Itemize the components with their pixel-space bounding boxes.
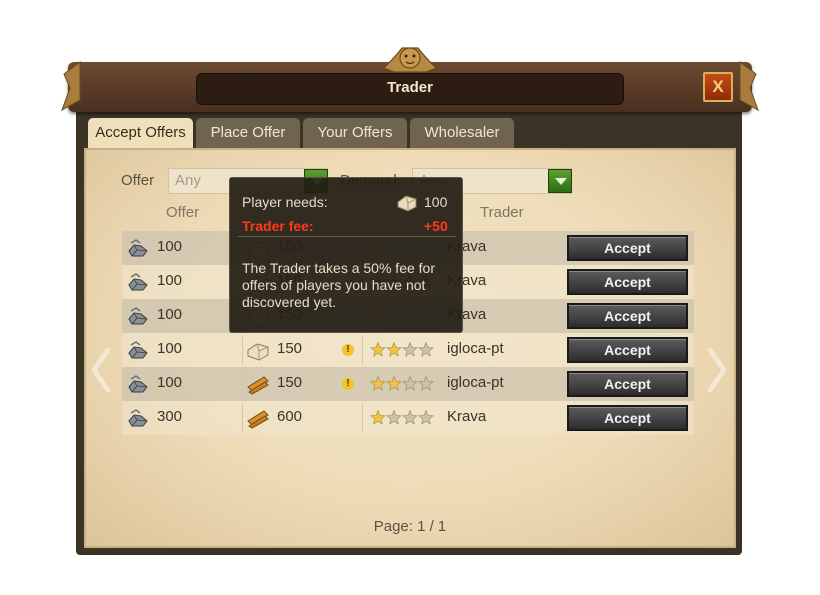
trader-name: igloca-pt [447,340,504,357]
demand-amount: 150 [277,340,303,357]
table-row: 100 150! igloca-pt Accept [122,367,694,401]
marble-icon [397,195,417,212]
rating-star-icon [386,409,402,425]
tooltip-player-needs-value: 100 [424,194,448,210]
tooltip-fee-value: +50 [424,218,448,234]
iron-ore-icon [126,271,150,293]
accept-button[interactable]: Accept [567,269,688,295]
tab-your-offers[interactable]: Your Offers [303,118,407,148]
accept-button[interactable]: Accept [567,337,688,363]
tab-wholesaler[interactable]: Wholesaler [410,118,514,148]
rating-star-icon [386,375,402,391]
offer-filter-label: Offer [121,172,155,189]
rating-star-icon [370,409,386,425]
corner-ornament-right [739,61,759,112]
tab-place-offer[interactable]: Place Offer [196,118,300,148]
column-header-offer: Offer [166,204,200,221]
window-title: Trader [387,79,433,96]
demand-amount: 150 [277,374,303,391]
corner-ornament-left [61,61,81,112]
accept-button[interactable]: Accept [567,371,688,397]
trader-name: Krava [447,408,487,425]
tab-accept-offers[interactable]: Accept Offers [88,118,193,150]
table-row: 100 150! igloca-pt Accept [122,333,694,367]
fee-tooltip: Player needs: 100 Trader fee: +50 The Tr… [229,177,463,333]
column-divider [242,403,243,433]
rating-star-icon [386,341,402,357]
rating-star-icon [418,341,434,357]
column-divider [362,335,363,365]
iron-ore-icon [126,339,150,361]
tooltip-player-needs-label: Player needs: [242,194,328,210]
accept-button[interactable]: Accept [567,405,688,431]
next-page-arrow-icon[interactable] [706,348,728,392]
lion-crest-icon [382,47,438,73]
tooltip-fee-label: Trader fee: [242,218,314,234]
lumber-icon [246,407,270,429]
offer-amount: 100 [157,238,183,255]
pagination-text: Page: 1 / 1 [373,518,447,535]
warning-icon: ! [342,344,354,356]
offer-amount: 300 [157,408,183,425]
rating-star-icon [418,375,434,391]
close-button[interactable]: X [703,72,733,102]
offer-amount: 100 [157,374,183,391]
tooltip-divider [238,236,456,237]
offer-amount: 100 [157,272,183,289]
iron-ore-icon [126,237,150,259]
iron-ore-icon [126,407,150,429]
rating-star-icon [370,341,386,357]
offer-amount: 100 [157,306,183,323]
iron-ore-icon [126,305,150,327]
rating-star-icon [402,409,418,425]
accept-button[interactable]: Accept [567,235,688,261]
demand-amount: 600 [277,408,303,425]
prev-page-arrow-icon[interactable] [90,348,112,392]
column-divider [362,369,363,399]
trader-name: igloca-pt [447,374,504,391]
iron-ore-icon [126,373,150,395]
offer-amount: 100 [157,340,183,357]
column-divider [242,335,243,365]
column-header-trader: Trader [480,204,524,221]
marble-icon [246,339,270,361]
accept-button[interactable]: Accept [567,303,688,329]
table-row: 300 600 Krava Accept [122,401,694,435]
tooltip-description: The Trader takes a 50% fee for offers of… [242,260,435,310]
trader-rating [370,375,436,393]
trader-rating [370,341,436,359]
rating-star-icon [418,409,434,425]
trader-rating [370,409,436,427]
rating-star-icon [402,375,418,391]
rating-star-icon [370,375,386,391]
warning-icon: ! [342,378,354,390]
column-divider [362,403,363,433]
lumber-icon [246,373,270,395]
demand-dropdown-button[interactable] [548,169,572,193]
column-divider [242,369,243,399]
rating-star-icon [402,341,418,357]
